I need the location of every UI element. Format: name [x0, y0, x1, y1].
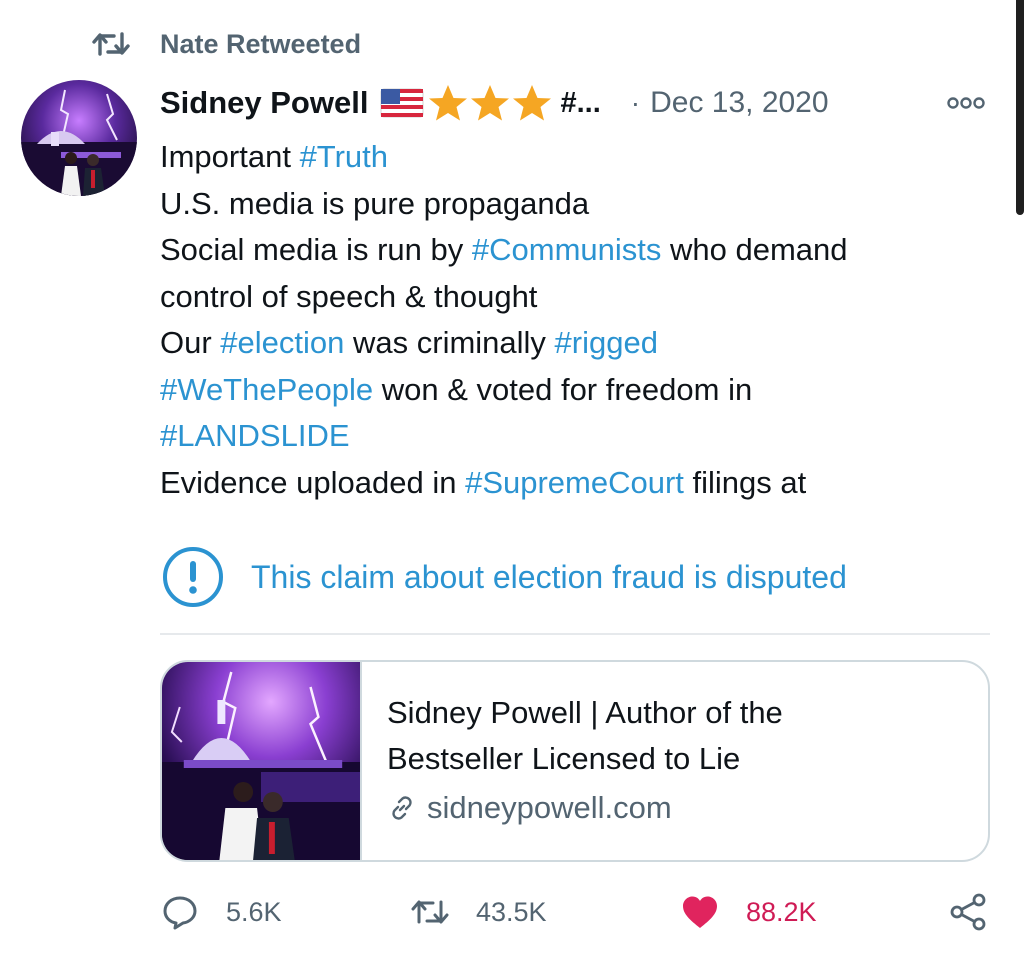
disputed-claim-notice[interactable]: This claim about election fraud is dispu…: [161, 546, 847, 608]
tweet-text-line: Our #election was criminally #rigged: [160, 320, 980, 367]
reply-button[interactable]: 5.6K: [160, 888, 282, 936]
tweet-text-segment: Evidence uploaded in: [160, 464, 466, 500]
reply-icon: [163, 896, 197, 930]
link-preview-card[interactable]: Sidney Powell | Author of the Bestseller…: [160, 660, 990, 862]
tweet-text-segment: U.S. media is pure propaganda: [160, 185, 590, 221]
star-icon: [471, 85, 510, 121]
hashtag-link[interactable]: #rigged: [555, 325, 658, 360]
retweet-count: 43.5K: [476, 896, 547, 927]
tweet-text-line: Social media is run by #Communists who d…: [160, 227, 980, 274]
retweet-button[interactable]: 43.5K: [410, 888, 547, 936]
hashtag-link[interactable]: #Communists: [472, 232, 662, 267]
retweet-context-label: Nate Retweeted: [160, 28, 362, 59]
disputed-claim-text: This claim about election fraud is dispu…: [251, 558, 847, 595]
hashtag-link[interactable]: #Truth: [300, 139, 388, 174]
hashtag-link[interactable]: #WeThePeople: [160, 372, 373, 407]
header-separator: ·: [630, 87, 641, 118]
link-card-thumbnail: [162, 662, 362, 860]
share-button[interactable]: [948, 888, 988, 936]
tweet-text-line: Evidence uploaded in #SupremeCourt filin…: [160, 460, 980, 507]
more-options-icon[interactable]: [946, 96, 986, 110]
alert-circle-icon: [163, 547, 223, 607]
hashtag-link[interactable]: #LANDSLIDE: [160, 418, 350, 453]
retweet-icon: [92, 32, 130, 56]
link-card-domain-text: sidneypowell.com: [427, 790, 672, 825]
author-name-overflow: #...: [560, 86, 601, 119]
tweet-text-segment: Important: [160, 139, 300, 174]
retweet-context[interactable]: Nate Retweeted: [92, 26, 361, 62]
tweet-date[interactable]: Dec 13, 2020: [650, 86, 828, 120]
us-flag-icon: [380, 88, 424, 118]
tweet-text: Important #Truth U.S. media is pure propa…: [160, 134, 980, 506]
tweet-text-segment: filings at: [683, 464, 807, 500]
tweet-text-line: control of speech & thought: [160, 274, 980, 321]
reply-count: 5.6K: [226, 896, 282, 927]
share-icon: [950, 893, 986, 931]
link-icon: [392, 796, 412, 820]
tweet-action-bar: 5.6K 43.5K 88.2K: [160, 888, 1000, 936]
tweet-text-segment: was criminally: [344, 325, 555, 360]
star-icon: [513, 85, 552, 121]
tweet-text-segment: won & voted for freedom in: [373, 371, 753, 407]
hashtag-link[interactable]: #election: [220, 325, 344, 360]
link-card-body: Sidney Powell | Author of the Bestseller…: [362, 662, 783, 860]
divider: [160, 633, 990, 635]
link-card-title-line: Bestseller Licensed to Lie: [387, 741, 741, 776]
emoji-stars: [428, 83, 554, 123]
link-card-title-line: Sidney Powell | Author of the: [387, 695, 783, 730]
link-card-domain: sidneypowell.com: [387, 790, 783, 826]
tweet-text-line: Important #Truth: [160, 134, 980, 181]
like-count: 88.2K: [746, 896, 817, 927]
scrollbar[interactable]: [1016, 0, 1024, 215]
hashtag-link[interactable]: #SupremeCourt: [465, 465, 684, 500]
avatar[interactable]: [21, 80, 137, 196]
like-button[interactable]: 88.2K: [680, 888, 817, 936]
retweet-icon: [411, 900, 449, 924]
tweet-text-segment: Social media is run by: [160, 232, 472, 267]
star-icon: [429, 85, 468, 121]
author-name[interactable]: Sidney Powell: [160, 85, 368, 121]
tweet-text-segment: Our: [160, 325, 221, 360]
link-card-title: Sidney Powell | Author of the Bestseller…: [387, 690, 783, 782]
tweet-text-line: #LANDSLIDE: [160, 413, 980, 460]
avatar-image: [21, 80, 137, 196]
tweet-header: Sidney Powell #... · Dec 13, 2020: [160, 82, 1000, 124]
heart-icon: [683, 896, 717, 928]
tweet-text-line: #WeThePeople won & voted for freedom in: [160, 367, 980, 414]
tweet-text-segment: control of speech & thought: [160, 278, 538, 314]
tweet-text-segment: who demand: [661, 232, 848, 267]
tweet-text-line: U.S. media is pure propaganda: [160, 181, 980, 228]
